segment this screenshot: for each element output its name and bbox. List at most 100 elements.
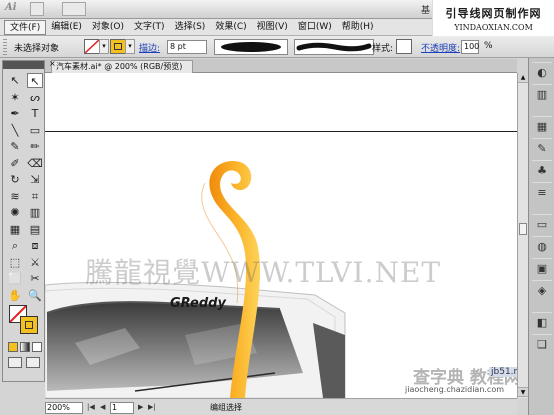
opacity-field[interactable]: 100 [461,40,479,54]
page-field[interactable]: 1 [110,402,134,414]
pen-tool[interactable]: ✒ [7,106,23,121]
symbol-sprayer-tool[interactable]: ✺ [7,205,23,220]
graphic-styles-icon[interactable]: ◈ [532,280,552,300]
document-tab[interactable]: 汽车素材.ai* @ 200% (RGB/预览) [51,60,194,73]
stroke-swatch-inner [114,43,122,50]
jiaocheng-watermark: 查字典 教程网 jb51.net jiaocheng.chazidian.com [405,363,517,398]
artboards-icon[interactable]: ❏ [532,334,552,354]
column-graph-tool[interactable]: ▥ [27,205,43,220]
prev-page-icon[interactable]: ◀ [100,403,105,411]
last-page-icon[interactable]: ▶| [148,403,156,411]
mesh-tool[interactable]: ▦ [7,222,23,237]
layers-icon[interactable]: ◧ [532,312,552,332]
rotate-tool[interactable]: ↻ [7,172,23,187]
control-bar-grip[interactable] [3,39,7,55]
magic-wand-tool[interactable]: ✶ [7,90,23,105]
brush-definition[interactable] [294,39,374,55]
zoom-field[interactable]: 200% [45,402,83,414]
line-tool[interactable]: ╲ [7,123,23,138]
style-label: 样式: [372,44,394,54]
type-tool[interactable]: T [27,106,43,121]
control-bar: 未选择对象 ▾ ▾ 描边: 8 pt 样式: 不透明度: 100 % [0,36,554,58]
menu-type[interactable]: 文字(T) [129,20,170,35]
color-guide-icon[interactable]: ▥ [532,84,552,104]
tools-panel-header[interactable] [3,61,44,69]
direct-selection-tool[interactable]: ↖ [27,73,43,88]
symbols-icon[interactable]: ♣ [532,160,552,180]
menu-bar: 文件(F) 编辑(E) 对象(O) 文字(T) 选择(S) 效果(C) 视图(V… [0,19,432,36]
panel-dock: ◐ ▥ ▦ ✎ ♣ ≡ ▭ ◍ ▣ ◈ ◧ ❏ [528,58,554,415]
selection-tool[interactable]: ↖ [7,73,23,88]
fill-swatch[interactable] [84,39,100,54]
hand-tool[interactable]: ✋ [7,288,23,303]
workspace-label[interactable]: 基 [421,3,430,16]
transparency-icon[interactable]: ◍ [532,236,552,256]
gradient-tool[interactable]: ▤ [27,222,43,237]
variable-width-profile[interactable] [214,39,288,55]
color-mode-icon[interactable] [8,342,18,352]
site-badge-title: 引导线网页制作网 [445,7,542,20]
tlvi-watermark: 騰龍視覺WWW.TLVI.NET [85,256,442,289]
stroke-icon[interactable]: ≡ [532,182,552,202]
stroke-dropdown[interactable]: ▾ [125,39,135,54]
stroke-swatch[interactable] [110,39,126,54]
blend-tool[interactable]: ⧈ [27,238,43,253]
screen-mode-icon[interactable] [26,357,40,368]
app-logo: Ai [5,2,17,13]
eraser-tool[interactable]: ⌫ [27,156,43,171]
menu-select[interactable]: 选择(S) [170,20,211,35]
menu-object[interactable]: 对象(O) [87,20,129,35]
current-tool-status[interactable]: 编组选择 [210,402,242,413]
paintbrush-tool[interactable]: ✎ [7,139,23,154]
menu-effect[interactable]: 效果(C) [210,20,251,35]
scroll-down-icon[interactable]: ▼ [518,387,528,397]
opacity-label[interactable]: 不透明度: [421,41,460,54]
stroke-label[interactable]: 描边: [139,41,160,54]
eyedropper-tool[interactable]: ⌕ [7,238,23,253]
slice-tool[interactable]: ⚔ [27,255,43,270]
artwork: GReddy [45,161,346,398]
scroll-up-icon[interactable]: ▲ [518,73,528,83]
color-panel-icon[interactable]: ◐ [532,62,552,82]
close-icon[interactable]: × [49,59,56,68]
graphic-style-swatch[interactable] [396,39,412,54]
menu-edit[interactable]: 编辑(E) [46,20,87,35]
pencil-tool[interactable]: ✏ [27,139,43,154]
menu-view[interactable]: 视图(V) [252,20,293,35]
fill-stroke-indicator[interactable] [9,305,39,335]
rectangle-tool[interactable]: ▭ [27,123,43,138]
bridge-button[interactable] [30,2,44,16]
scale-tool[interactable]: ⇲ [27,172,43,187]
selection-status: 未选择对象 [14,44,60,54]
fill-dropdown[interactable]: ▾ [99,39,109,54]
normal-view-icon[interactable] [8,357,22,368]
gradient-icon[interactable]: ▭ [532,214,552,234]
lasso-tool[interactable]: ᔕ [27,90,43,105]
next-page-icon[interactable]: ▶ [138,403,143,411]
swatches-icon[interactable]: ▦ [532,116,552,136]
warp-tool[interactable]: ≋ [7,189,23,204]
scroll-thumb[interactable] [519,223,527,235]
brushes-icon[interactable]: ✎ [532,138,552,158]
document-tab-title: 汽车素材.ai* @ 200% (RGB/预览) [56,62,183,71]
appearance-icon[interactable]: ▣ [532,258,552,278]
blob-brush-tool[interactable]: ✐ [7,156,23,171]
arrange-documents-button[interactable] [62,2,86,16]
menu-window[interactable]: 窗口(W) [293,20,337,35]
artboard-tool[interactable]: ⬜ [7,271,23,286]
zoom-tool[interactable]: 🔍 [27,288,43,303]
scissors-tool[interactable]: ✂ [27,271,43,286]
menu-help[interactable]: 帮助(H) [337,20,379,35]
opacity-unit: % [484,41,493,51]
none-mode-icon[interactable] [32,342,42,352]
vertical-scrollbar[interactable]: ▲ ▼ [517,73,528,398]
menu-file[interactable]: 文件(F) [4,19,47,35]
stroke-weight-field[interactable]: 8 pt [167,40,207,54]
stroke-color-icon[interactable] [20,316,38,334]
live-paint-tool[interactable]: ⬚ [7,255,23,270]
first-page-icon[interactable]: |◀ [87,403,95,411]
free-transform-tool[interactable]: ⌗ [27,189,43,204]
gradient-mode-icon[interactable] [20,342,30,352]
artboard-canvas[interactable]: GReddy 騰龍視覺WWW.TLVI.NET 查字典 教程网 jb51.net… [45,73,517,398]
none-fill-icon [84,39,100,54]
